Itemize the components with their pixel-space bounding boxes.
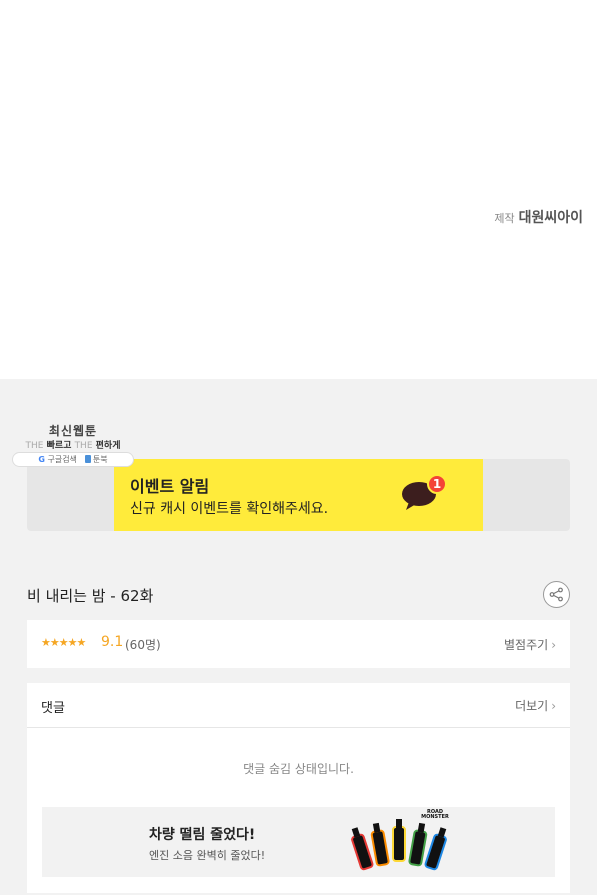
episode-title: 비 내리는 밤 - 62화 — [27, 587, 154, 605]
google-search-label: G 구글검색 — [38, 455, 77, 464]
producer-label: 제작 — [494, 212, 515, 225]
producer-name: 대원씨아이 — [518, 210, 583, 226]
google-icon: G — [38, 455, 45, 464]
event-banner-card[interactable]: 이벤트 알림 신규 캐시 이벤트를 확인해주세요. 1 — [114, 459, 483, 531]
svg-text:MONSTER: MONSTER — [421, 814, 449, 820]
watermark-title: 최신웹툰 — [48, 424, 98, 438]
ad-bottles-image: ROAD MONSTER — [351, 809, 449, 871]
event-banner-description: 신규 캐시 이벤트를 확인해주세요. — [130, 501, 329, 517]
toonbook-label: 툰북 — [84, 454, 108, 465]
share-icon — [549, 587, 563, 602]
ad-title: 차량 떨림 줄었다! — [149, 827, 256, 843]
chevron-right-icon: › — [551, 699, 556, 713]
chevron-right-icon: › — [551, 638, 556, 652]
book-icon — [84, 455, 91, 463]
producer-credit: 제작 대원씨아이 — [494, 207, 583, 227]
rate-button[interactable]: 별점주기 › — [504, 636, 556, 653]
rating-count: (60명) — [125, 638, 161, 652]
event-banner-title: 이벤트 알림 — [130, 477, 210, 496]
watermark-pill: G 구글검색 툰북 — [12, 452, 134, 467]
watermark-logo: 최신웹툰 THE 빠르고 THE 편하게 G 구글검색 툰북 — [12, 422, 134, 468]
ad-banner[interactable]: 차량 떨림 줄었다! 엔진 소음 완벽히 줄었다! ROAD MONSTER — [42, 807, 555, 877]
share-button[interactable] — [543, 581, 570, 608]
notification-badge: 1 — [427, 474, 447, 494]
ad-subtitle: 엔진 소음 완벽히 줄었다! — [149, 849, 266, 862]
rating-bar: ★★★★★ 9.1 (60명) 별점주기 › — [27, 620, 570, 668]
comment-title: 댓글 — [41, 701, 65, 716]
comment-section: 댓글 더보기 › 댓글 숨김 상태입니다. 차량 떨림 줄었다! 엔진 소음 완벽… — [27, 683, 570, 893]
watermark-slogan: THE 빠르고 THE 편하게 — [25, 441, 121, 451]
webtoon-content-area: 제작 대원씨아이 — [0, 0, 597, 379]
comment-more-button[interactable]: 더보기 › — [515, 697, 556, 714]
event-banner[interactable]: 이벤트 알림 신규 캐시 이벤트를 확인해주세요. 1 — [27, 459, 570, 531]
comment-header: 댓글 더보기 › — [27, 683, 570, 728]
rating-score: 9.1 — [101, 634, 124, 650]
rating-stars-icon: ★★★★★ — [41, 636, 86, 649]
comment-hidden-message: 댓글 숨김 상태입니다. — [243, 762, 354, 776]
